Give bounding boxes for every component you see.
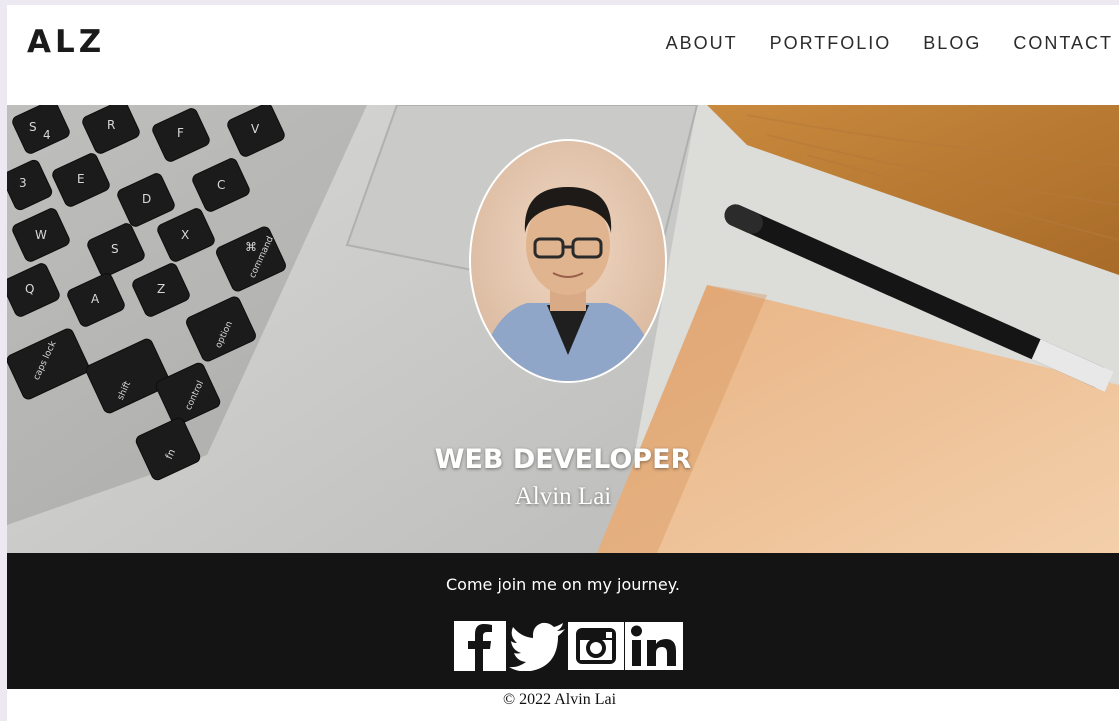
linkedin-icon: [625, 622, 683, 670]
key-label: E: [77, 172, 85, 186]
window-frame-left: [0, 0, 7, 721]
nav-blog-link[interactable]: BLOG: [923, 33, 981, 54]
copyright-text: © 2022 Alvin Lai: [502, 691, 617, 708]
hero-section: S 4 R F V 3 E D C W S X ⌘ command Q A Z …: [7, 105, 1119, 553]
instagram-icon: [568, 622, 624, 670]
key-label: A: [91, 292, 100, 306]
site-logo[interactable]: ALZ: [27, 24, 105, 60]
hero-role-title: WEB DEVELOPER: [434, 444, 692, 475]
key-label: D: [142, 192, 151, 206]
site-header: ALZ ABOUT PORTFOLIO BLOG CONTACT: [7, 5, 1119, 105]
key-label: W: [35, 228, 47, 242]
social-links: [451, 620, 683, 672]
hero-name: Alvin Lai: [514, 483, 612, 510]
key-label: C: [217, 178, 225, 192]
footer-tagline: Come join me on my journey.: [446, 575, 680, 594]
facebook-link[interactable]: [451, 620, 509, 672]
key-label: Q: [25, 282, 34, 296]
key-label: X: [181, 228, 189, 242]
key-label: S: [111, 242, 119, 256]
key-label: Z: [157, 282, 165, 296]
nav-contact-link[interactable]: CONTACT: [1013, 33, 1113, 54]
facebook-icon: [454, 621, 506, 671]
key-label: R: [107, 118, 115, 132]
main-nav: ABOUT PORTFOLIO BLOG CONTACT: [666, 33, 1113, 54]
linkedin-link[interactable]: [625, 620, 683, 672]
key-label: V: [251, 122, 260, 136]
key-label: 4: [43, 128, 51, 142]
key-label: 3: [19, 176, 27, 190]
instagram-link[interactable]: [567, 620, 625, 672]
nav-about-link[interactable]: ABOUT: [666, 33, 738, 54]
key-label: ⌘: [245, 240, 257, 254]
twitter-icon: [509, 622, 565, 671]
social-footer: Come join me on my journey.: [7, 553, 1119, 689]
nav-portfolio-link[interactable]: PORTFOLIO: [770, 33, 892, 54]
twitter-link[interactable]: [509, 620, 567, 672]
key-label: S: [29, 120, 37, 134]
key-label: F: [177, 126, 184, 140]
